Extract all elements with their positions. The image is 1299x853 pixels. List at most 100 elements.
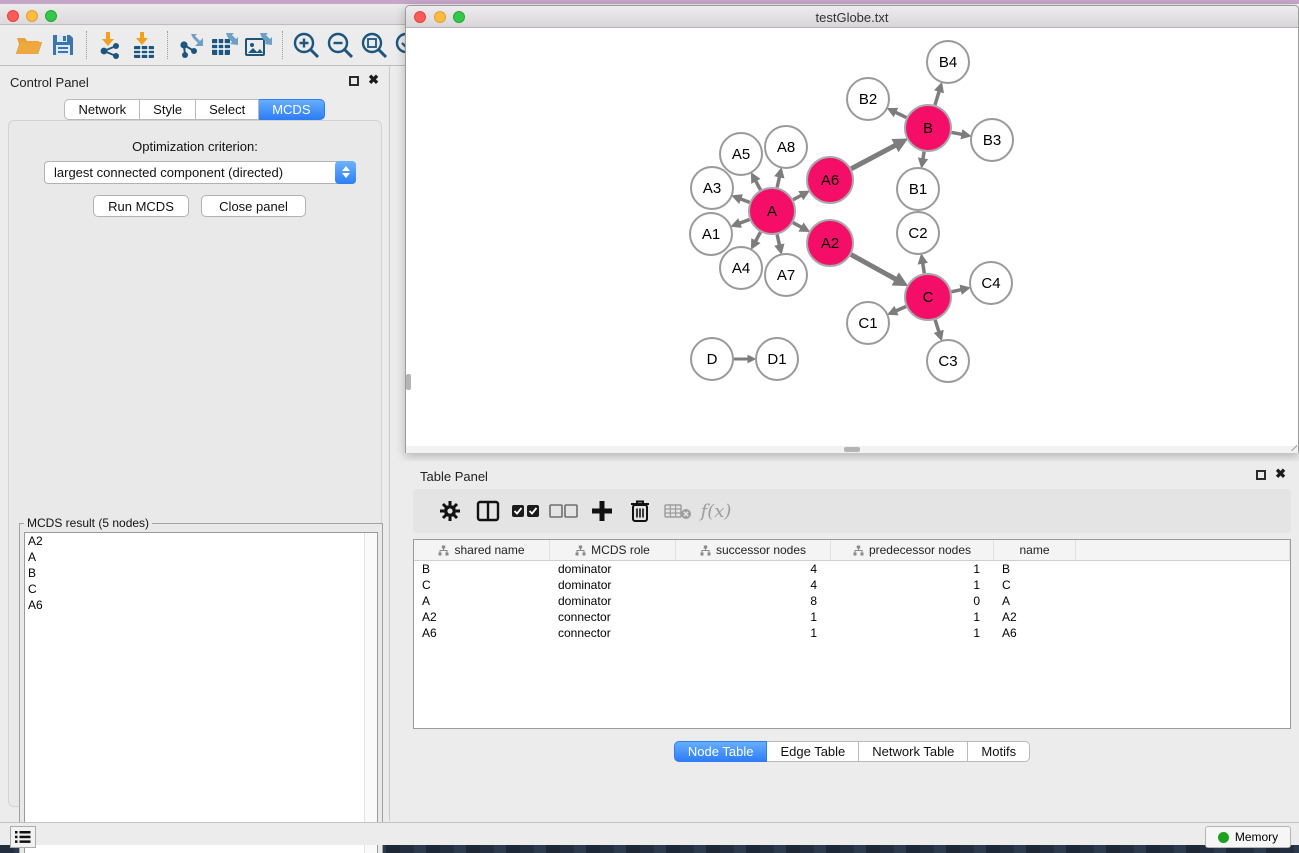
graph-node-A6[interactable]: A6 xyxy=(807,157,853,203)
close-panel-button[interactable]: Close panel xyxy=(201,195,306,217)
graph-node-D1[interactable]: D1 xyxy=(756,338,798,380)
graph-node-D[interactable]: D xyxy=(691,338,733,380)
edge-C-C2[interactable] xyxy=(923,263,925,274)
zoom-fit-button[interactable] xyxy=(357,29,391,61)
edge-C-C3[interactable] xyxy=(935,320,939,332)
import-table-button[interactable] xyxy=(127,29,161,61)
delete-table-button[interactable] xyxy=(659,495,697,527)
tab-select[interactable]: Select xyxy=(196,99,259,120)
table-cell-predecessor-nodes[interactable]: 1 xyxy=(831,609,994,625)
graph-node-C[interactable]: C xyxy=(905,274,951,320)
edge-A-A1[interactable] xyxy=(739,219,749,223)
graph-node-A2[interactable]: A2 xyxy=(807,220,853,266)
column-header-name[interactable]: name xyxy=(994,540,1076,560)
tab-edge-table[interactable]: Edge Table xyxy=(767,741,859,762)
graph-node-B[interactable]: B xyxy=(905,105,951,151)
graph-node-C4[interactable]: C4 xyxy=(970,262,1012,304)
tab-network-table[interactable]: Network Table xyxy=(859,741,968,762)
table-cell-MCDS-role[interactable]: connector xyxy=(550,609,676,625)
table-cell-shared-name[interactable]: A2 xyxy=(414,609,550,625)
close-panel-icon[interactable]: ✖ xyxy=(368,72,379,88)
graph-node-C3[interactable]: C3 xyxy=(927,340,969,382)
tab-motifs[interactable]: Motifs xyxy=(968,741,1030,762)
table-cell-predecessor-nodes[interactable]: 1 xyxy=(831,625,994,641)
table-row[interactable]: A2connector11A2 xyxy=(414,609,1290,625)
edge-A-A4[interactable] xyxy=(755,232,760,241)
network-hscroll[interactable] xyxy=(406,446,1298,453)
tab-node-table[interactable]: Node Table xyxy=(674,741,768,762)
export-table-button[interactable] xyxy=(208,29,242,61)
graph-node-A[interactable]: A xyxy=(749,188,795,234)
table-cell-successor-nodes[interactable]: 1 xyxy=(676,625,831,641)
resize-grip[interactable] xyxy=(1283,437,1297,451)
edge-A-A7[interactable] xyxy=(777,234,779,245)
zoom-out-button[interactable] xyxy=(323,29,357,61)
mcds-result-item[interactable]: B xyxy=(25,565,377,581)
edge-C-C1[interactable] xyxy=(896,307,906,311)
table-cell-shared-name[interactable]: A6 xyxy=(414,625,550,641)
graph-node-A3[interactable]: A3 xyxy=(691,167,733,209)
graph-node-B3[interactable]: B3 xyxy=(971,119,1013,161)
select-all-button[interactable] xyxy=(507,495,545,527)
memory-button[interactable]: Memory xyxy=(1205,826,1291,848)
network-window-titlebar[interactable]: testGlobe.txt xyxy=(406,6,1298,28)
edge-B-B3[interactable] xyxy=(952,132,963,134)
column-header-successor-nodes[interactable]: successor nodes xyxy=(676,540,831,560)
table-cell-name[interactable]: A xyxy=(994,593,1076,609)
column-header-shared-name[interactable]: shared name xyxy=(414,540,550,560)
save-session-button[interactable] xyxy=(46,29,80,61)
table-cell-predecessor-nodes[interactable]: 0 xyxy=(831,593,994,609)
table-cell-MCDS-role[interactable]: dominator xyxy=(550,561,676,577)
table-cell-shared-name[interactable]: B xyxy=(414,561,550,577)
tab-style[interactable]: Style xyxy=(140,99,196,120)
network-canvas[interactable]: B4B2BB3A8A5A6A3B1AA1C2A2A4A7C4CC1C3DD1 xyxy=(406,28,1298,453)
edge-A-A2[interactable] xyxy=(793,223,802,228)
graph-node-B1[interactable]: B1 xyxy=(897,168,939,210)
table-cell-successor-nodes[interactable]: 8 xyxy=(676,593,831,609)
open-session-button[interactable] xyxy=(12,29,46,61)
table-cell-successor-nodes[interactable]: 1 xyxy=(676,609,831,625)
zoom-in-button[interactable] xyxy=(289,29,323,61)
graph-node-A8[interactable]: A8 xyxy=(765,126,807,168)
table-cell-MCDS-role[interactable]: dominator xyxy=(550,593,676,609)
table-cell-name[interactable]: B xyxy=(994,561,1076,577)
graph-node-C1[interactable]: C1 xyxy=(847,302,889,344)
edge-B-B4[interactable] xyxy=(935,91,939,105)
graph-node-B2[interactable]: B2 xyxy=(847,78,889,120)
mcds-result-item[interactable]: A6 xyxy=(25,597,377,613)
column-header-MCDS-role[interactable]: MCDS role xyxy=(550,540,676,560)
graph-node-C2[interactable]: C2 xyxy=(897,212,939,254)
edge-B-B1[interactable] xyxy=(923,152,924,160)
table-cell-name[interactable]: C xyxy=(994,577,1076,593)
table-cell-MCDS-role[interactable]: dominator xyxy=(550,577,676,593)
tab-mcds[interactable]: MCDS xyxy=(259,99,324,120)
import-network-button[interactable] xyxy=(93,29,127,61)
table-row[interactable]: Bdominator41B xyxy=(414,561,1290,577)
table-cell-shared-name[interactable]: A xyxy=(414,593,550,609)
table-cell-name[interactable]: A6 xyxy=(994,625,1076,641)
float-panel-icon[interactable] xyxy=(349,76,359,86)
edge-A-A6[interactable] xyxy=(793,195,802,200)
edge-A-A8[interactable] xyxy=(777,176,779,187)
show-columns-button[interactable] xyxy=(469,495,507,527)
export-network-button[interactable] xyxy=(174,29,208,61)
create-column-button[interactable] xyxy=(583,495,621,527)
criterion-dropdown[interactable]: largest connected component (directed) xyxy=(44,161,356,184)
mcds-result-item[interactable]: A xyxy=(25,549,377,565)
table-cell-MCDS-role[interactable]: connector xyxy=(550,625,676,641)
table-cell-predecessor-nodes[interactable]: 1 xyxy=(831,577,994,593)
function-builder-button[interactable]: f(x) xyxy=(697,495,735,527)
mcds-result-item[interactable]: A2 xyxy=(25,533,377,549)
table-row[interactable]: A6connector11A6 xyxy=(414,625,1290,641)
deselect-all-button[interactable] xyxy=(545,495,583,527)
graph-node-A7[interactable]: A7 xyxy=(765,254,807,296)
delete-column-button[interactable] xyxy=(621,495,659,527)
edge-A-A3[interactable] xyxy=(740,199,749,203)
mcds-result-item[interactable]: C xyxy=(25,581,377,597)
export-image-button[interactable] xyxy=(242,29,276,61)
table-row[interactable]: Adominator80A xyxy=(414,593,1290,609)
graph-node-A5[interactable]: A5 xyxy=(720,133,762,175)
column-header-predecessor-nodes[interactable]: predecessor nodes xyxy=(831,540,994,560)
table-cell-name[interactable]: A2 xyxy=(994,609,1076,625)
edge-A-A5[interactable] xyxy=(755,180,760,189)
